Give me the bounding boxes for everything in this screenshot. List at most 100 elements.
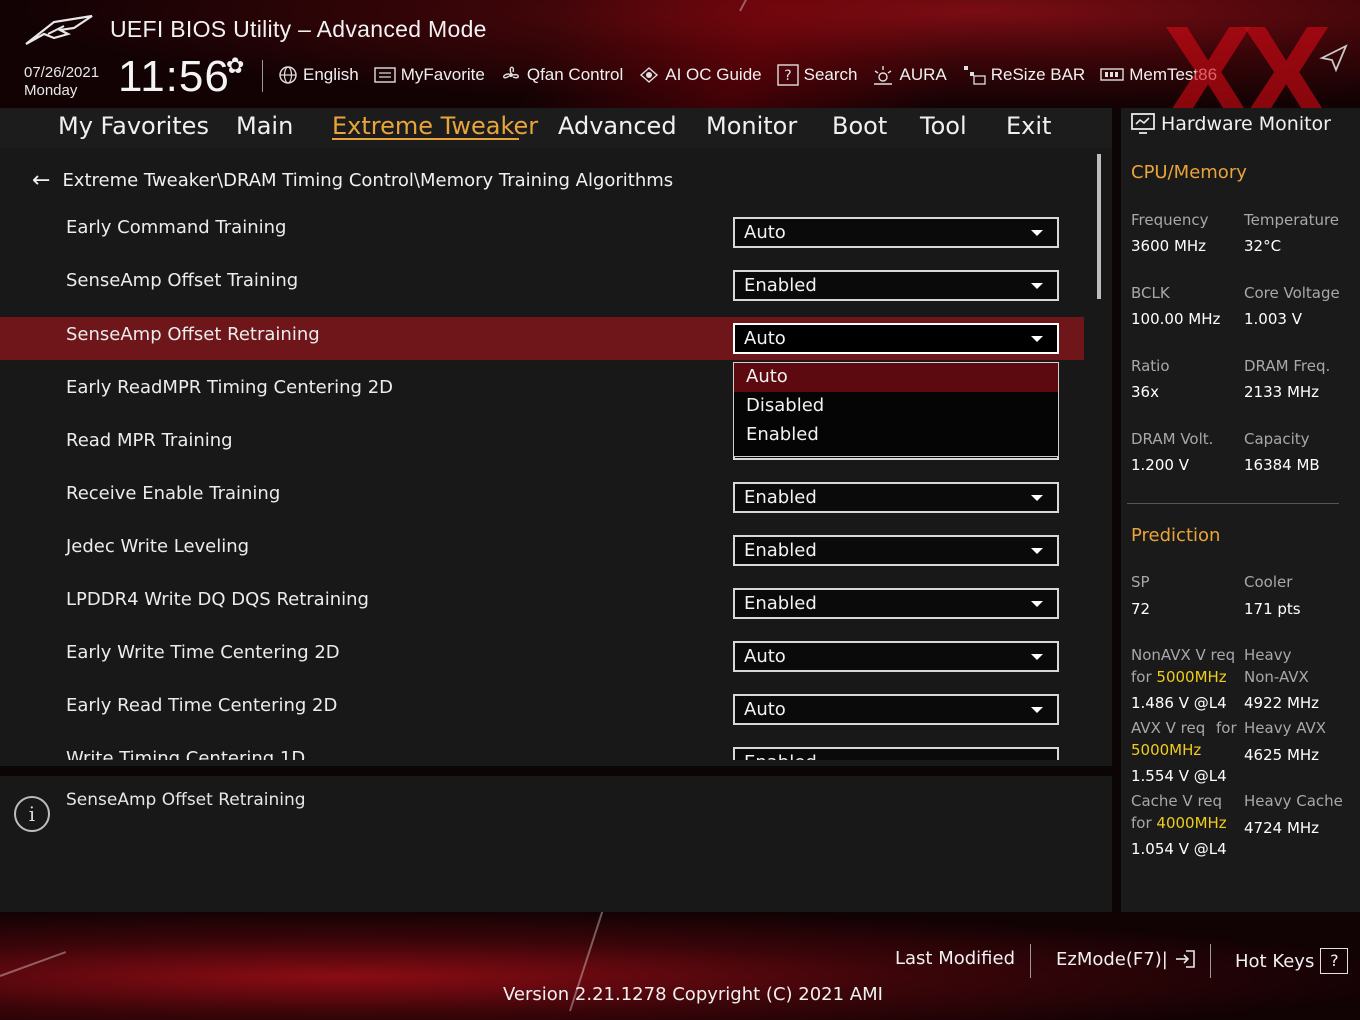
heavy-avx-label: Heavy AVX bbox=[1244, 719, 1327, 737]
setting-label: Early Command Training bbox=[66, 217, 287, 238]
setting-label: SenseAmp Offset Retraining bbox=[66, 324, 320, 345]
setting-select-active[interactable]: Auto bbox=[733, 323, 1059, 354]
ratio-label: Ratio bbox=[1131, 357, 1170, 375]
dropdown-option[interactable]: Enabled bbox=[734, 421, 1058, 450]
qfan-control-button[interactable]: Qfan Control bbox=[500, 64, 623, 86]
setting-select[interactable]: Enabled bbox=[733, 482, 1059, 513]
hot-keys-label: Hot Keys bbox=[1235, 950, 1315, 972]
dropdown-option[interactable]: Auto bbox=[734, 363, 1058, 392]
active-tab-underline bbox=[332, 138, 519, 140]
ratio-value: 36x bbox=[1131, 383, 1159, 401]
heavy-cache-label: Heavy Cache bbox=[1244, 792, 1343, 810]
ezmode-label: EzMode(F7)| bbox=[1056, 948, 1168, 970]
search-label: Search bbox=[803, 65, 858, 84]
gear-icon[interactable]: ✿ bbox=[226, 54, 244, 79]
cache-req-value: 1.054 V @L4 bbox=[1131, 840, 1227, 858]
svg-text:?: ? bbox=[784, 68, 791, 84]
dropdown-caret-icon bbox=[1031, 495, 1043, 501]
dropdown-options-list: Auto Disabled Enabled bbox=[733, 362, 1059, 457]
ai-chip-icon bbox=[640, 67, 659, 83]
dropdown-caret-icon bbox=[1031, 283, 1043, 289]
hot-keys-button[interactable]: Hot Keys ? bbox=[1235, 948, 1349, 974]
setting-select[interactable]: Auto bbox=[733, 217, 1059, 248]
tab-advanced[interactable]: Advanced bbox=[558, 112, 677, 140]
setting-select[interactable]: Enabled bbox=[733, 588, 1059, 619]
setting-label: Early Read Time Centering 2D bbox=[66, 695, 338, 716]
globe-icon bbox=[279, 66, 297, 84]
avx-req-freq: 5000MHz bbox=[1131, 741, 1202, 759]
aura-label: AURA bbox=[899, 65, 947, 84]
tab-tool[interactable]: Tool bbox=[920, 112, 967, 140]
date-text: 07/26/2021 bbox=[24, 64, 100, 81]
language-button[interactable]: English bbox=[278, 65, 359, 85]
setting-select[interactable]: Enabled bbox=[733, 270, 1059, 301]
tab-extreme-tweaker[interactable]: Extreme Tweaker bbox=[332, 112, 538, 140]
setting-label: SenseAmp Offset Training bbox=[66, 270, 299, 291]
help-description: SenseAmp Offset Retraining bbox=[66, 790, 306, 810]
heavy-cache-value: 4724 MHz bbox=[1244, 819, 1320, 837]
setting-value: Auto bbox=[744, 699, 786, 720]
day-text: Monday bbox=[24, 82, 78, 99]
footer-divider bbox=[1210, 944, 1211, 978]
heavy-avx-value: 4625 MHz bbox=[1244, 746, 1320, 764]
search-button[interactable]: ? Search bbox=[776, 64, 858, 86]
heavy-nonavx-label: Heavy bbox=[1244, 646, 1292, 664]
heavy-nonavx-label-2: Non-AVX bbox=[1244, 668, 1309, 686]
tab-exit[interactable]: Exit bbox=[1006, 112, 1051, 140]
temperature-label: Temperature bbox=[1244, 211, 1340, 229]
qfan-control-label: Qfan Control bbox=[526, 65, 624, 84]
toolbar: English MyFavorite Qfan Control AI OC Gu… bbox=[278, 62, 1232, 88]
setting-value: Enabled bbox=[744, 275, 817, 296]
dropdown-caret-icon bbox=[1031, 601, 1043, 607]
dram-freq-label: DRAM Freq. bbox=[1244, 357, 1331, 375]
setting-value: Enabled bbox=[744, 593, 817, 614]
cache-req-for-label: for 4000MHz bbox=[1131, 814, 1227, 832]
dropdown-option[interactable]: Disabled bbox=[734, 392, 1058, 421]
setting-label: Early ReadMPR Timing Centering 2D bbox=[66, 377, 394, 398]
ai-oc-guide-button[interactable]: AI OC Guide bbox=[638, 65, 762, 85]
setting-label: Early Write Time Centering 2D bbox=[66, 642, 340, 663]
footer-divider bbox=[1030, 944, 1031, 978]
tab-main[interactable]: Main bbox=[236, 112, 293, 140]
setting-label: Receive Enable Training bbox=[66, 483, 281, 504]
setting-select[interactable]: Enabled bbox=[733, 747, 1059, 760]
header-divider bbox=[262, 60, 263, 92]
cache-req-freq: 4000MHz bbox=[1156, 814, 1227, 832]
hardware-monitor-title: Hardware Monitor bbox=[1161, 113, 1331, 135]
avx-req-value: 1.554 V @L4 bbox=[1131, 767, 1227, 785]
setting-select[interactable]: Auto bbox=[733, 694, 1059, 725]
core-voltage-label: Core Voltage bbox=[1244, 284, 1340, 302]
nonavx-req-for-label: for 5000MHz bbox=[1131, 668, 1227, 686]
dram-volt-value: 1.200 V bbox=[1131, 456, 1189, 474]
myfavorite-button[interactable]: MyFavorite bbox=[374, 65, 485, 85]
ezmode-button[interactable]: EzMode(F7)| bbox=[1056, 948, 1196, 970]
hardware-monitor-divider bbox=[1127, 503, 1339, 504]
last-modified-button[interactable]: Last Modified bbox=[895, 948, 1015, 969]
help-key-icon: ? bbox=[1320, 948, 1349, 974]
cpu-memory-section-title: CPU/Memory bbox=[1131, 162, 1247, 183]
setting-value: Enabled bbox=[744, 540, 817, 561]
aura-button[interactable]: AURA bbox=[872, 64, 947, 86]
resize-bar-button[interactable]: ReSize BAR bbox=[962, 64, 1085, 86]
for-text: for bbox=[1131, 668, 1152, 686]
tab-monitor[interactable]: Monitor bbox=[706, 112, 797, 140]
scrollbar-thumb[interactable] bbox=[1097, 154, 1101, 299]
cooler-value: 171 pts bbox=[1244, 600, 1301, 618]
avx-req-label: AVX V req bbox=[1131, 719, 1206, 737]
dropdown-caret-icon bbox=[1031, 336, 1043, 342]
monitor-icon bbox=[1131, 113, 1155, 134]
setting-select[interactable]: Auto bbox=[733, 641, 1059, 672]
setting-value: Auto bbox=[744, 328, 786, 349]
resize-bar-icon bbox=[963, 66, 986, 85]
tab-my-favorites[interactable]: My Favorites bbox=[58, 112, 209, 140]
setting-label: Read MPR Training bbox=[66, 430, 233, 451]
info-icon: i bbox=[14, 796, 50, 832]
clock-display: 11:56 bbox=[118, 52, 230, 101]
version-text: Version 2.21.1278 Copyright (C) 2021 AMI bbox=[503, 984, 883, 1005]
setting-label: Write Timing Centering 1D bbox=[66, 748, 306, 760]
tab-boot[interactable]: Boot bbox=[832, 112, 887, 140]
setting-value: Auto bbox=[744, 646, 786, 667]
setting-select[interactable]: Enabled bbox=[733, 535, 1059, 566]
favorite-list-icon bbox=[374, 67, 396, 83]
nonavx-req-freq: 5000MHz bbox=[1156, 668, 1227, 686]
